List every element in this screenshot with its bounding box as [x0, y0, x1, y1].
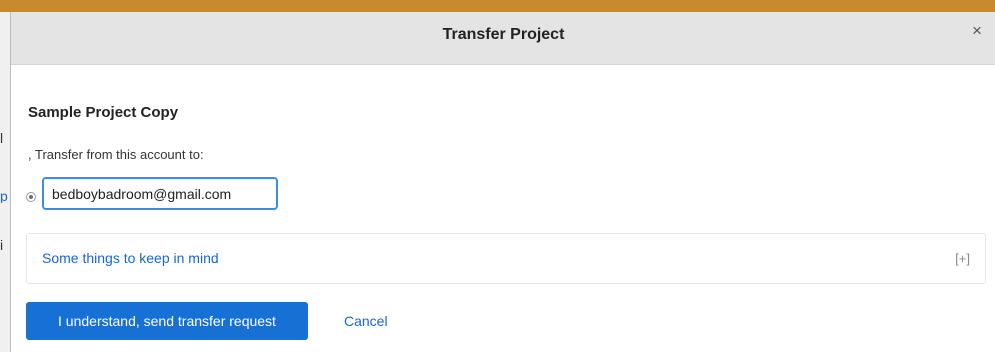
cancel-button[interactable]: Cancel [344, 302, 388, 340]
recipient-radio-button[interactable] [26, 192, 36, 202]
close-icon[interactable]: × [968, 22, 986, 40]
background-top-strip [0, 0, 995, 12]
expand-toggle[interactable]: [+] [955, 234, 970, 283]
modal-header: Transfer Project × [11, 12, 995, 65]
keep-in-mind-panel: Some things to keep in mind [+] [26, 233, 986, 284]
background-text-fragment: i [0, 238, 4, 252]
background-text-fragment: l [0, 131, 4, 145]
transfer-label: , Transfer from this account to: [28, 147, 204, 162]
send-transfer-request-button[interactable]: I understand, send transfer request [26, 302, 308, 340]
transfer-project-modal: Transfer Project × Sample Project Copy ,… [10, 12, 995, 352]
project-name: Sample Project Copy [28, 104, 179, 121]
modal-title: Transfer Project [442, 26, 565, 43]
background-text-fragment: p [0, 189, 8, 203]
keep-in-mind-link[interactable]: Some things to keep in mind [42, 234, 219, 283]
recipient-email-input[interactable] [42, 177, 278, 210]
